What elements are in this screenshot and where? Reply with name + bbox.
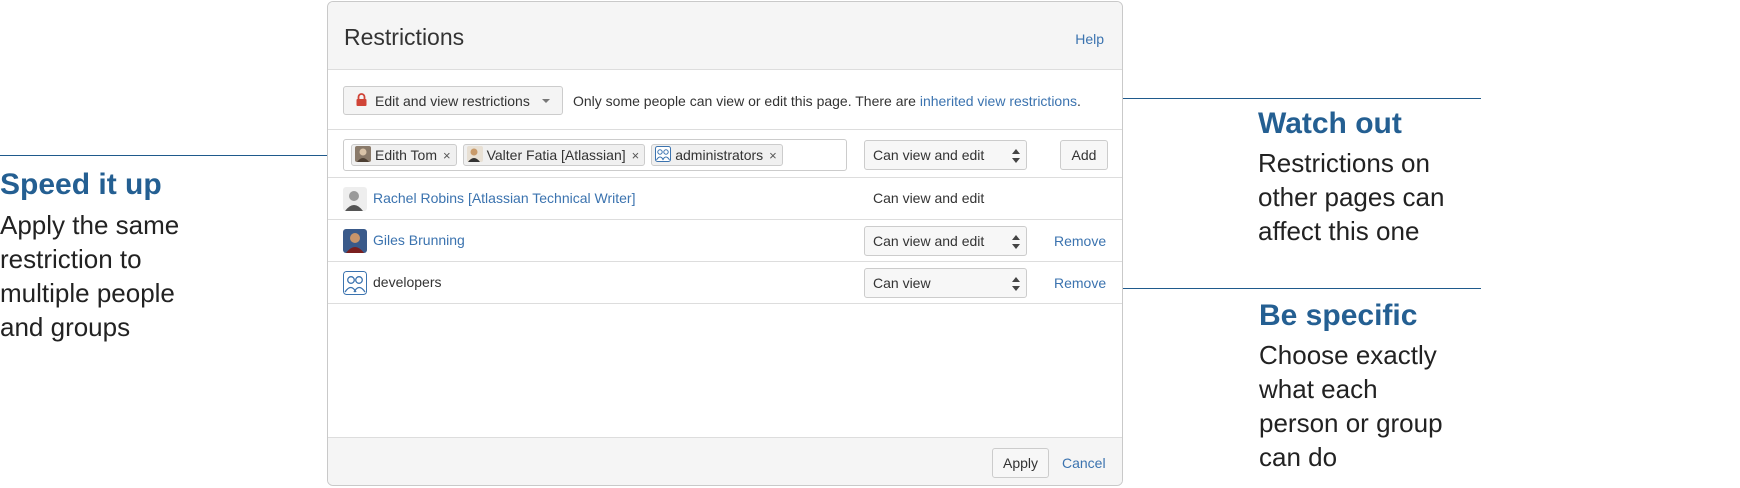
entry-name-link[interactable]: Giles Brunning: [373, 232, 465, 248]
restriction-mode-dropdown[interactable]: Edit and view restrictions: [343, 86, 563, 115]
restrictions-dialog: Restrictions Help Edit and view restrict…: [327, 1, 1123, 486]
lock-icon: [356, 92, 367, 109]
select-arrows-icon: [1012, 277, 1020, 291]
chip-label: administrators: [675, 147, 764, 163]
dialog-header: Restrictions Help: [328, 2, 1122, 70]
chip-remove-icon[interactable]: ×: [443, 148, 451, 163]
select-arrows-icon: [1012, 149, 1020, 163]
callout-line-text: what each: [1259, 374, 1378, 404]
new-permission-value: Can view and edit: [873, 147, 985, 163]
chevron-down-icon: [541, 98, 550, 103]
callout-line-text: can do: [1259, 442, 1338, 472]
callout-line-text: other pages can: [1258, 182, 1445, 212]
restriction-mode-row: Edit and view restrictions Only some peo…: [328, 70, 1122, 130]
restriction-entry: Rachel Robins [Atlassian Technical Write…: [328, 178, 1122, 220]
user-group-picker[interactable]: Edith Tom × Valter Fatia [Atlassian] × a…: [343, 139, 847, 171]
remove-link[interactable]: Remove: [1054, 233, 1106, 249]
callout-title-watch: Watch out: [1258, 107, 1402, 140]
entry-permission-value: Can view: [873, 275, 931, 291]
picker-chip: Valter Fatia [Atlassian] ×: [462, 144, 646, 166]
chip-label: Edith Tom: [375, 147, 437, 163]
entry-permission-select[interactable]: Can view and edit: [864, 226, 1027, 256]
dialog-footer: Apply Cancel: [328, 437, 1122, 485]
entry-permission-value: Can view and edit: [873, 233, 985, 249]
restriction-mode-label: Edit and view restrictions: [375, 92, 530, 109]
callout-line-speed: [0, 155, 363, 156]
callout-line-text: restriction to: [0, 244, 142, 274]
select-arrows-icon: [1012, 235, 1020, 249]
user-avatar-icon: [355, 145, 371, 165]
user-avatar-icon: [343, 229, 367, 253]
entry-name-link[interactable]: Rachel Robins [Atlassian Technical Write…: [373, 190, 636, 206]
add-restriction-row: Edith Tom × Valter Fatia [Atlassian] × a…: [328, 130, 1122, 178]
picker-chip: administrators ×: [651, 144, 783, 166]
chip-remove-icon[interactable]: ×: [769, 148, 777, 163]
callout-line-text: Restrictions on: [1258, 148, 1430, 178]
new-permission-select[interactable]: Can view and edit: [864, 140, 1027, 170]
chip-label: Valter Fatia [Atlassian]: [486, 147, 626, 163]
group-icon: [655, 145, 672, 165]
callout-line-text: and groups: [0, 312, 131, 342]
callout-line-text: person or group: [1259, 408, 1443, 438]
entry-permission-text: Can view and edit: [873, 190, 985, 206]
chip-remove-icon[interactable]: ×: [632, 148, 640, 163]
user-avatar-icon: [343, 187, 367, 211]
remove-link[interactable]: Remove: [1054, 275, 1106, 291]
callout-body-speed: Apply the same restriction to multiple p…: [0, 208, 179, 344]
callout-line-text: Choose exactly: [1259, 340, 1437, 370]
restriction-entry: developers Can view Remove: [328, 262, 1122, 304]
restriction-description-text: Only some people can view or edit this p…: [573, 93, 920, 109]
group-icon: [343, 271, 367, 295]
callout-line-text: multiple people: [0, 278, 175, 308]
callout-title-speed: Speed it up: [0, 168, 162, 201]
callout-body-specific: Choose exactly what each person or group…: [1259, 338, 1443, 474]
callout-body-watch: Restrictions on other pages can affect t…: [1258, 146, 1444, 248]
callout-line-text: affect this one: [1258, 216, 1420, 246]
restriction-description-suffix: .: [1077, 93, 1081, 109]
picker-chip: Edith Tom ×: [351, 144, 457, 166]
user-avatar-icon: [466, 145, 483, 165]
entry-name: developers: [373, 274, 442, 290]
dialog-title: Restrictions: [344, 24, 465, 50]
apply-button[interactable]: Apply: [992, 448, 1049, 478]
inherited-restrictions-link[interactable]: inherited view restrictions: [920, 93, 1077, 109]
entry-permission-select[interactable]: Can view: [864, 268, 1027, 298]
help-link[interactable]: Help: [1075, 31, 1104, 47]
add-button[interactable]: Add: [1060, 140, 1108, 170]
callout-title-specific: Be specific: [1259, 299, 1418, 332]
callout-line-watch: [1088, 98, 1481, 99]
cancel-link[interactable]: Cancel: [1062, 455, 1106, 471]
callout-line-text: Apply the same: [0, 210, 180, 240]
restriction-entry: Giles Brunning Can view and edit Remove: [328, 220, 1122, 262]
restriction-description: Only some people can view or edit this p…: [573, 93, 1081, 109]
